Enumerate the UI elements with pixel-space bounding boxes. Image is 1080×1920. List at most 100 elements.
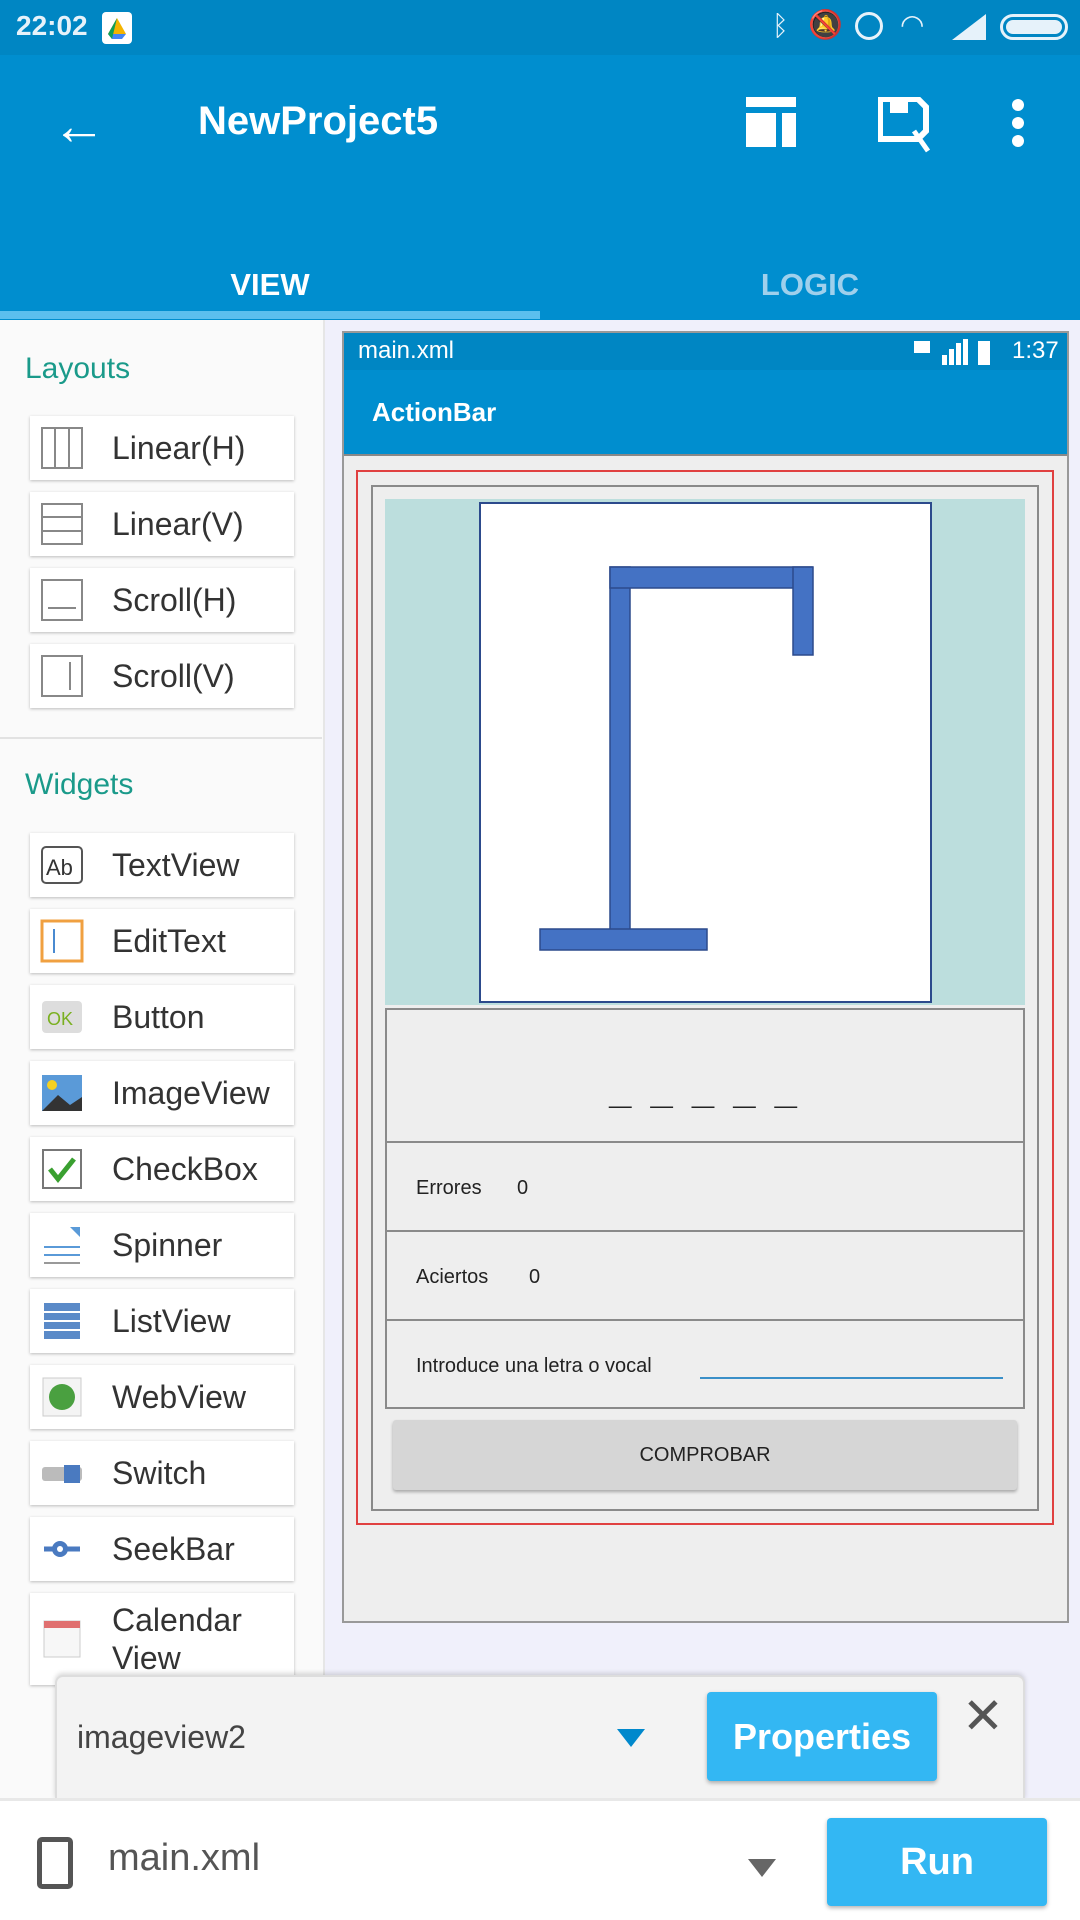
palette-item-linear-h[interactable]: Linear(H) xyxy=(30,416,294,480)
listview-icon xyxy=(40,1299,84,1343)
palette-item-label: Linear(H) xyxy=(112,430,246,466)
linear-v-icon xyxy=(40,502,84,546)
selection-panel: imageview2 Properties ✕ xyxy=(55,1675,1025,1800)
button-icon: OK xyxy=(40,995,84,1039)
selected-widget-name[interactable]: imageview2 xyxy=(77,1719,246,1756)
palette-item-checkbox[interactable]: CheckBox xyxy=(30,1137,294,1201)
alarm-icon xyxy=(855,12,883,40)
more-vert-icon[interactable] xyxy=(1010,99,1026,152)
input-row: Introduce una letra o vocal xyxy=(385,1319,1025,1409)
preview-signal-icon xyxy=(914,339,990,365)
scroll-h-icon xyxy=(40,578,84,622)
layout-icon[interactable] xyxy=(746,97,796,147)
divider xyxy=(0,737,322,739)
palette-item-label: Linear(V) xyxy=(112,506,244,542)
palette-item-label: ListView xyxy=(112,1303,231,1339)
save-icon[interactable] xyxy=(877,96,938,157)
palette-item-label: SeekBar xyxy=(112,1531,235,1567)
preview-time: 1:37 xyxy=(1012,337,1059,364)
properties-label: Properties xyxy=(732,1716,912,1757)
palette-item-label: Scroll(V) xyxy=(112,658,235,694)
palette-item-label: TextView xyxy=(112,847,240,883)
aciertos-value: 0 xyxy=(529,1266,541,1288)
switch-icon xyxy=(40,1451,84,1495)
tab-logic[interactable]: LOGIC xyxy=(540,255,1080,315)
word-row: _ _ _ _ _ xyxy=(385,1008,1025,1143)
palette-item-calendar-view[interactable]: Calendar View xyxy=(30,1593,294,1685)
comprobar-button[interactable]: COMPROBAR xyxy=(393,1420,1017,1490)
spinner-icon xyxy=(40,1223,84,1267)
checkbox-icon xyxy=(40,1147,84,1191)
wifi-icon: ◠ xyxy=(900,9,925,40)
imageview-icon xyxy=(40,1071,84,1115)
actionbar-title: ActionBar xyxy=(372,397,497,427)
input-label: Introduce una letra o vocal xyxy=(416,1355,652,1377)
layouts-header: Layouts xyxy=(25,352,131,385)
bluetooth-icon: ᛒ xyxy=(772,10,789,41)
palette-item-label: Calendar View xyxy=(112,1602,242,1676)
palette-item-listview[interactable]: ListView xyxy=(30,1289,294,1353)
palette-item-label: Spinner xyxy=(112,1227,223,1263)
errores-row: Errores 0 xyxy=(385,1141,1025,1232)
status-time: 22:02 xyxy=(16,10,88,41)
status-bar: 22:02 ᛒ 🔕 ◠ xyxy=(0,0,1080,55)
palette-item-scroll-h[interactable]: Scroll(H) xyxy=(30,568,294,632)
palette-item-label: CheckBox xyxy=(112,1151,258,1187)
file-selector[interactable]: main.xml xyxy=(108,1837,260,1880)
palette-item-webview[interactable]: WebView xyxy=(30,1365,294,1429)
dropdown-arrow-icon[interactable] xyxy=(617,1729,645,1752)
palette-item-linear-v[interactable]: Linear(V) xyxy=(30,492,294,556)
tab-view-label: VIEW xyxy=(230,267,310,302)
aciertos-label: Aciertos xyxy=(416,1266,489,1288)
palette-item-label: ImageView xyxy=(112,1075,270,1111)
app-bar: ← NewProject5 VIEW LOGIC xyxy=(0,55,1080,320)
phone-icon xyxy=(37,1837,73,1889)
svg-text:Ab: Ab xyxy=(46,855,73,880)
aciertos-row: Aciertos 0 xyxy=(385,1230,1025,1321)
palette-item-label: Scroll(H) xyxy=(112,582,237,618)
run-button[interactable]: Run xyxy=(827,1818,1047,1906)
preview-status-bar: main.xml 1:37 xyxy=(344,333,1067,370)
tab-logic-label: LOGIC xyxy=(760,267,860,302)
back-arrow-icon[interactable]: ← xyxy=(52,95,106,157)
widget-palette: Layouts Widgets Linear(H) Linear(V) Scroll… xyxy=(0,320,325,1800)
palette-item-label: Switch xyxy=(112,1455,207,1491)
scroll-v-icon xyxy=(40,654,84,698)
hidden-word: _ _ _ _ _ xyxy=(609,1068,801,1112)
properties-button[interactable]: Properties xyxy=(707,1692,937,1781)
project-title: NewProject5 xyxy=(198,99,439,143)
palette-item-imageview[interactable]: ImageView xyxy=(30,1061,294,1125)
webview-icon xyxy=(40,1375,84,1419)
palette-item-label: WebView xyxy=(112,1379,246,1415)
close-icon[interactable]: ✕ xyxy=(962,1687,1004,1745)
battery-icon xyxy=(1000,14,1068,40)
palette-item-textview[interactable]: Ab TextView xyxy=(30,833,294,897)
drive-icon xyxy=(102,12,132,44)
svg-text:OK: OK xyxy=(47,1009,73,1029)
linear-h-icon xyxy=(40,426,84,470)
imageview2[interactable] xyxy=(479,502,932,1003)
palette-item-edittext[interactable]: EditText xyxy=(30,909,294,973)
textview-icon: Ab xyxy=(40,843,84,887)
errores-value: 0 xyxy=(517,1177,529,1199)
letter-input[interactable] xyxy=(700,1377,1003,1379)
comprobar-label: COMPROBAR xyxy=(639,1444,771,1466)
palette-item-switch[interactable]: Switch xyxy=(30,1441,294,1505)
preview-file-name: main.xml xyxy=(358,337,455,364)
errores-label: Errores xyxy=(416,1177,482,1199)
run-label: Run xyxy=(900,1841,974,1883)
tab-indicator xyxy=(0,311,540,319)
bottom-bar: main.xml Run xyxy=(0,1798,1080,1920)
palette-item-spinner[interactable]: Spinner xyxy=(30,1213,294,1277)
muted-icon: 🔕 xyxy=(808,9,843,40)
calendar-icon xyxy=(40,1617,84,1661)
palette-item-label: Button xyxy=(112,999,205,1035)
file-dropdown-icon[interactable] xyxy=(748,1859,776,1882)
edittext-icon xyxy=(40,919,84,963)
palette-item-scroll-v[interactable]: Scroll(V) xyxy=(30,644,294,708)
palette-item-seekbar[interactable]: SeekBar xyxy=(30,1517,294,1581)
signal-icon xyxy=(952,14,986,45)
tab-view[interactable]: VIEW xyxy=(0,255,540,315)
palette-item-button[interactable]: OK Button xyxy=(30,985,294,1049)
seekbar-icon xyxy=(40,1527,84,1571)
